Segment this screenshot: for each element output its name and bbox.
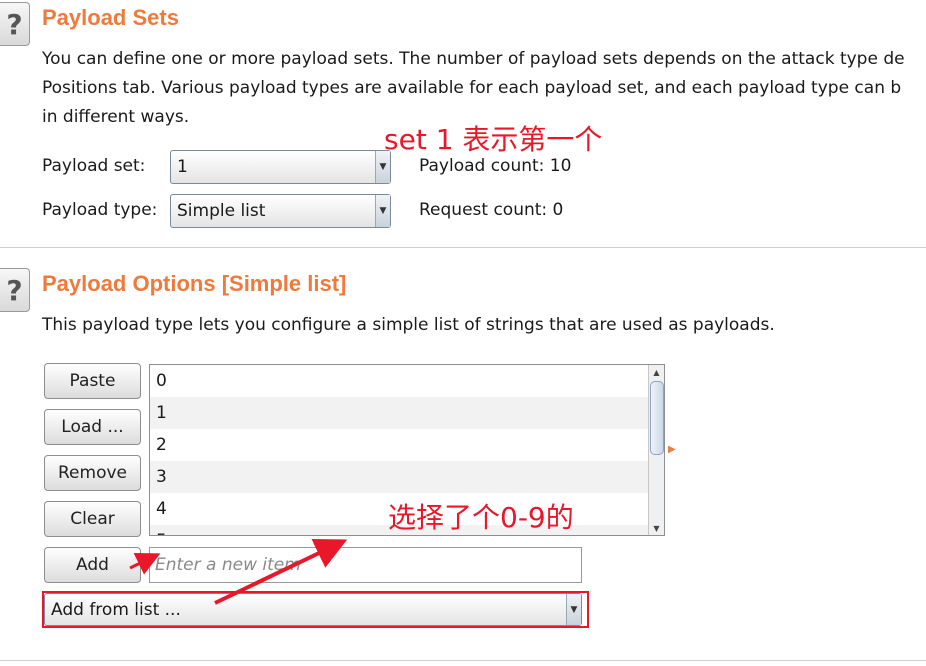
help-icon[interactable]: ? [0, 2, 30, 46]
payload-type-value: Simple list [177, 201, 266, 221]
payload-options-description: This payload type lets you configure a s… [42, 315, 775, 335]
add-button[interactable]: Add [44, 547, 141, 583]
section-divider [0, 660, 926, 661]
payload-sets-description-line3: in different ways. [42, 107, 190, 127]
payload-set-select[interactable]: 1 ▼ [170, 150, 391, 184]
expand-arrow-icon[interactable]: ▶ [668, 444, 676, 455]
new-item-input[interactable]: Enter a new item [149, 547, 582, 583]
annotation-highlight-box [42, 591, 589, 628]
help-icon[interactable]: ? [0, 268, 30, 312]
chevron-down-icon[interactable]: ▼ [375, 195, 390, 227]
load-button[interactable]: Load ... [44, 409, 141, 445]
payload-type-label: Payload type: [42, 200, 158, 220]
payload-set-label: Payload set: [42, 156, 146, 176]
scroll-down-icon[interactable]: ▼ [649, 521, 664, 535]
paste-button[interactable]: Paste [44, 363, 141, 399]
list-item[interactable]: 3 [150, 461, 648, 493]
annotation-set-note: set 1 表示第一个 [384, 123, 603, 156]
clear-button[interactable]: Clear [44, 501, 141, 537]
payload-sets-title: Payload Sets [42, 5, 179, 30]
list-item[interactable]: 0 [150, 365, 648, 397]
list-item[interactable]: 2 [150, 429, 648, 461]
payload-type-select[interactable]: Simple list ▼ [170, 194, 391, 228]
payload-sets-description-line1: You can define one or more payload sets.… [42, 49, 905, 69]
payload-sets-description-line2: Positions tab. Various payload types are… [42, 78, 902, 98]
remove-button[interactable]: Remove [44, 455, 141, 491]
payload-set-value: 1 [177, 157, 188, 177]
scroll-thumb[interactable] [650, 381, 664, 455]
list-scrollbar[interactable]: ▲ ▼ [648, 365, 664, 535]
section-divider [0, 247, 926, 248]
payload-count: Payload count: 10 [419, 156, 572, 176]
annotation-list-note: 选择了个0-9的 [388, 501, 574, 534]
request-count: Request count: 0 [419, 200, 564, 220]
payload-options-title: Payload Options [Simple list] [42, 271, 347, 296]
scroll-up-icon[interactable]: ▲ [649, 365, 664, 379]
list-item[interactable]: 1 [150, 397, 648, 429]
